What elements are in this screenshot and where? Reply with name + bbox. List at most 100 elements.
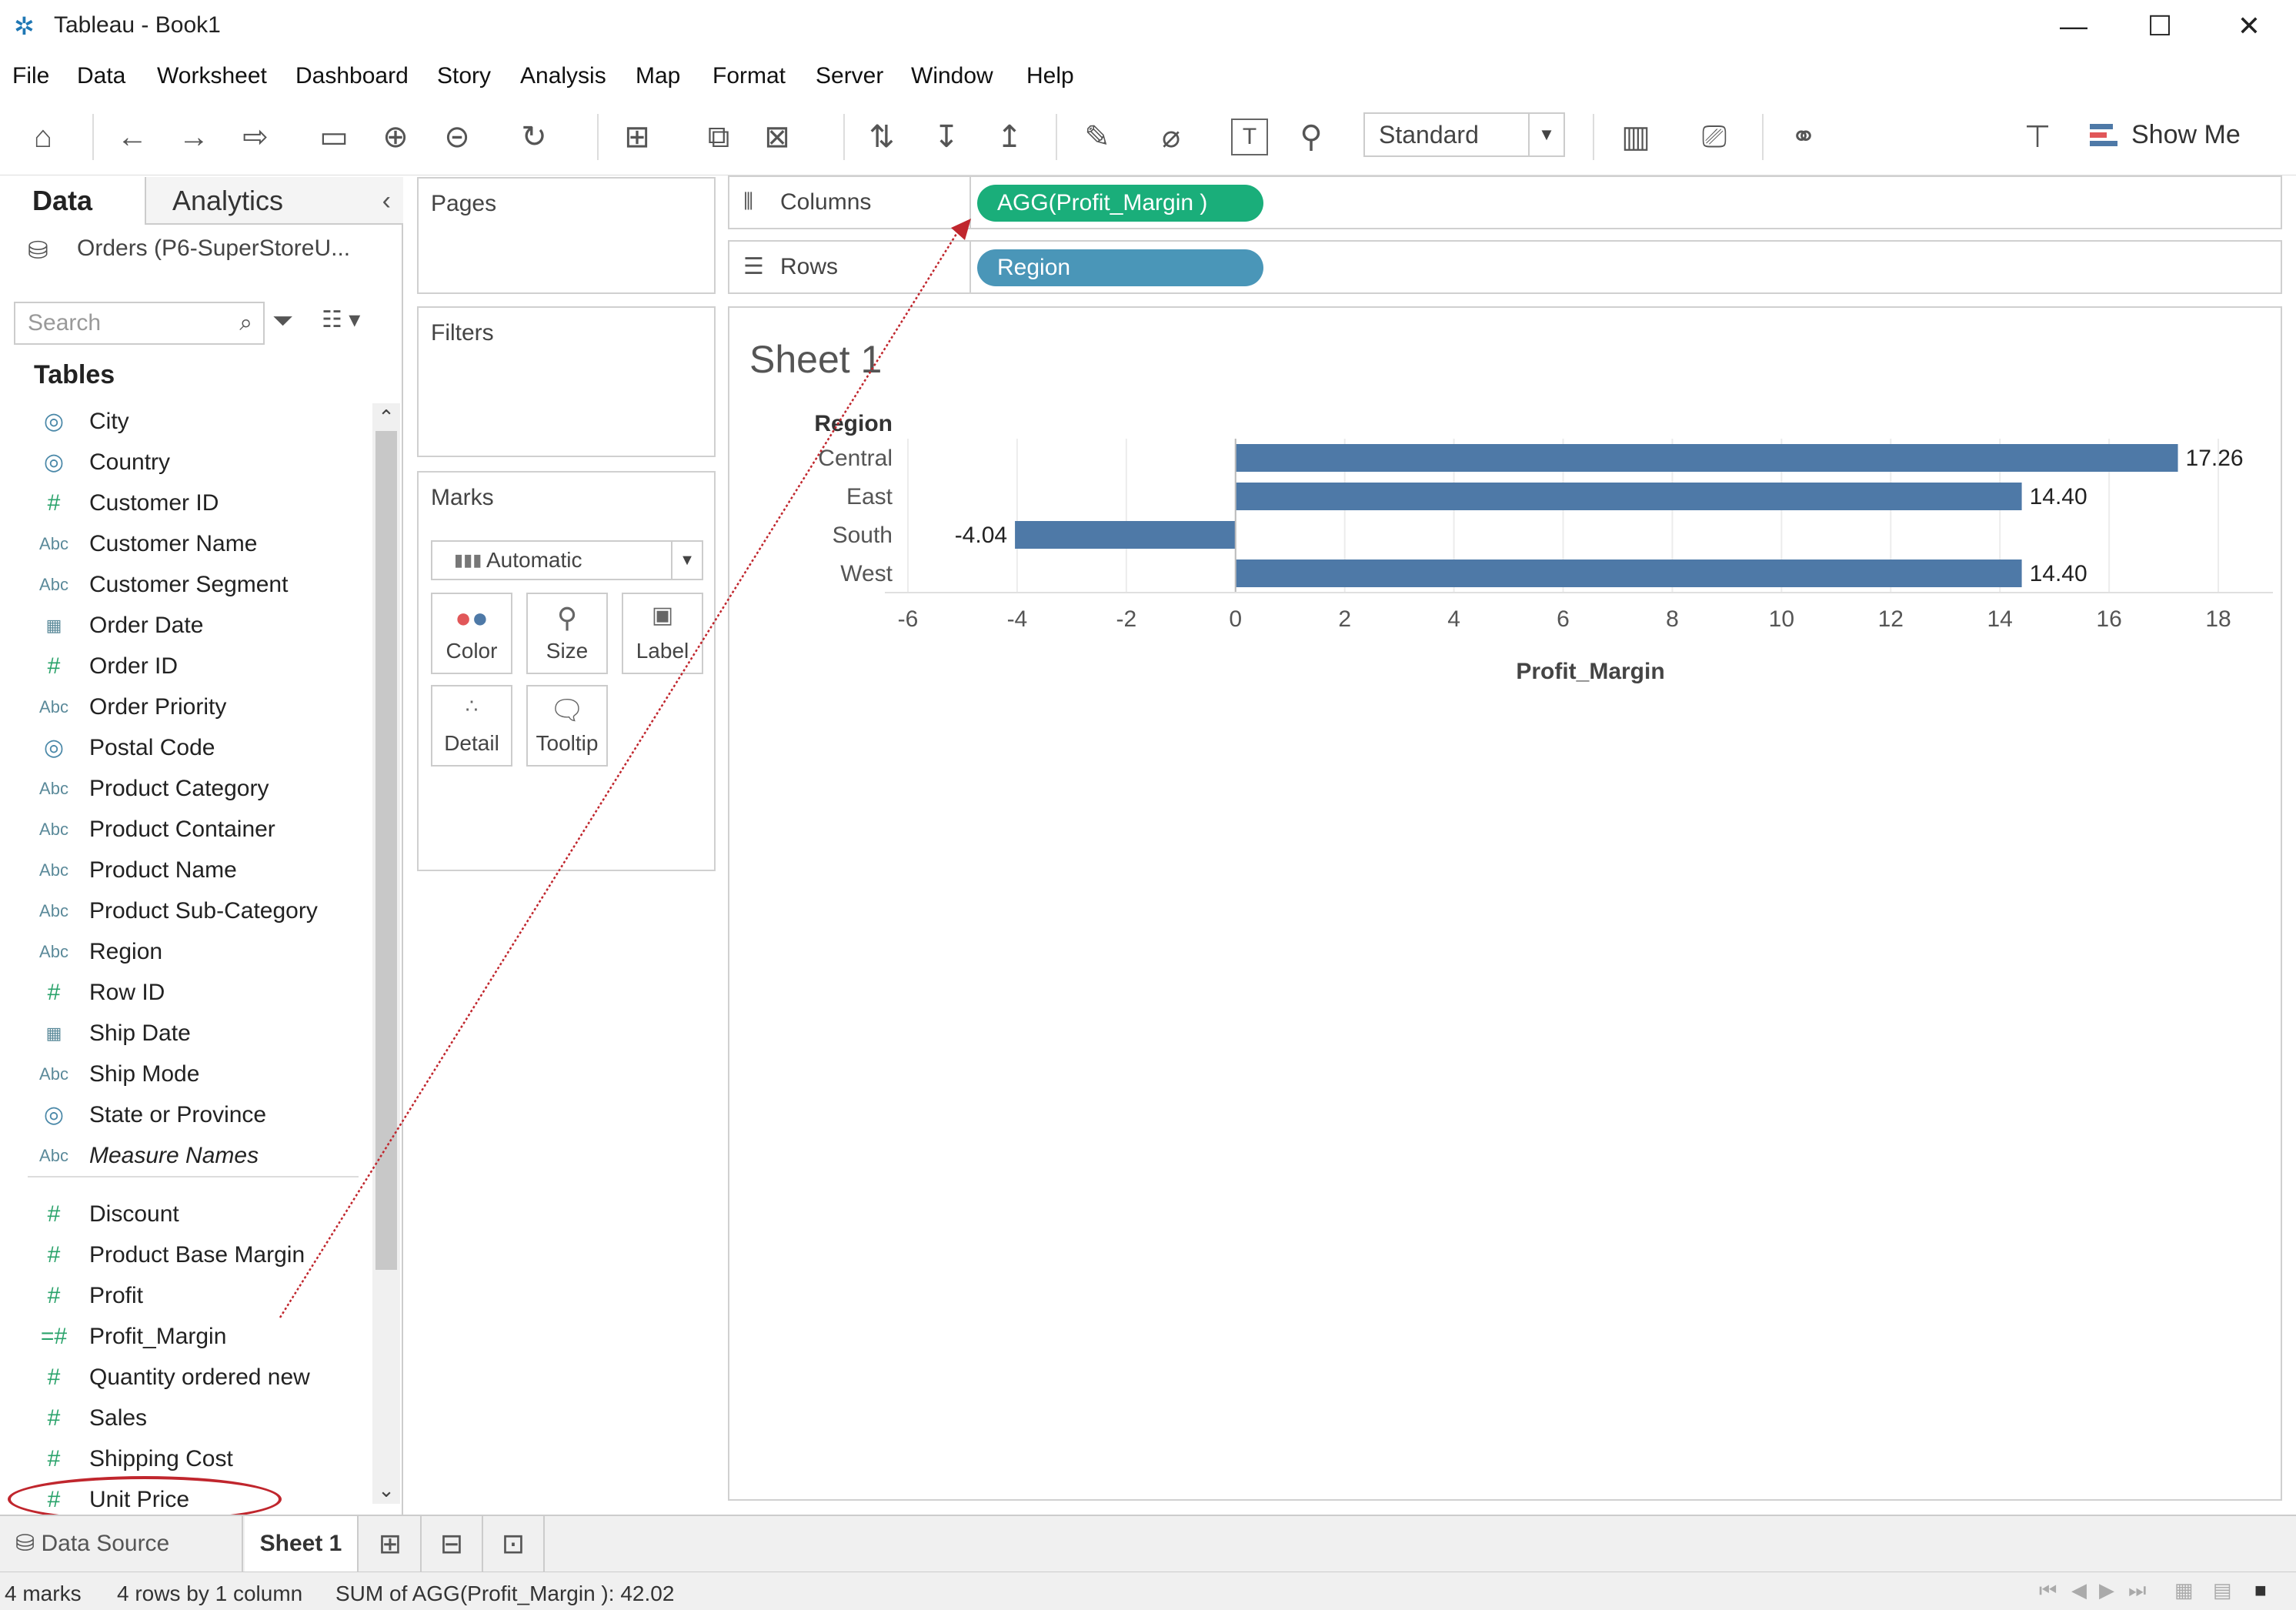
new-worksheet-icon[interactable]: ⊞ [616,115,659,159]
field-product-sub-category[interactable]: Abc Product Sub-Category [0,891,369,931]
rows-pill[interactable]: Region [977,249,1263,286]
menu-data[interactable]: Data [77,63,125,89]
status-dims: 4 rows by 1 column [117,1582,303,1605]
tab-data[interactable]: Data [0,177,146,225]
share-icon[interactable]: ⚭ [1782,115,1825,159]
tooltip-button[interactable]: 🗨 Tooltip [526,685,608,767]
collapse-pane-icon[interactable]: ‹ [382,177,391,225]
tabs-view-icon[interactable]: ■ [2254,1578,2267,1602]
field-postal-code[interactable]: ◎ Postal Code [0,728,369,768]
menu-worksheet[interactable]: Worksheet [157,63,267,89]
tab-data-source[interactable]: ⛁ Data Source [0,1516,243,1572]
scroll-down-icon[interactable]: ⌄ [372,1476,400,1504]
field-ship-mode[interactable]: Abc Ship Mode [0,1054,369,1094]
field-customer-id[interactable]: # Customer ID [0,483,369,523]
menu-help[interactable]: Help [1026,63,1074,89]
menu-dashboard[interactable]: Dashboard [295,63,409,89]
filmstrip-view-icon[interactable]: ▦ [2174,1578,2194,1602]
label-button[interactable]: ▣ Label [622,593,703,674]
fix-axes-icon[interactable]: ⚲ [1290,115,1333,159]
undo-icon[interactable]: ← [111,115,154,159]
field-sales[interactable]: # Sales [0,1398,369,1438]
view-options-icon[interactable]: ☷ ▾ [322,306,360,333]
field-city[interactable]: ◎ City [0,402,369,442]
home-icon[interactable]: ⌂ [22,115,65,159]
menu-analysis[interactable]: Analysis [520,63,606,89]
tab-analytics[interactable]: Analytics ‹ [146,177,403,225]
field-measure-names[interactable]: Abc Measure Names [0,1136,369,1176]
field-state-or-province[interactable]: ◎ State or Province [0,1095,369,1135]
clear-sheet-icon[interactable]: ⊠ [756,115,799,159]
field-row-id[interactable]: # Row ID [0,973,369,1013]
show-me-button[interactable]: Show Me [2090,115,2241,154]
pages-card[interactable]: Pages [417,177,716,294]
size-button[interactable]: ⚲ Size [526,593,608,674]
redo-icon[interactable]: → [172,115,215,159]
field-shipping-cost[interactable]: # Shipping Cost [0,1439,369,1479]
menu-file[interactable]: File [12,63,49,89]
field-ship-date[interactable]: ▦ Ship Date [0,1014,369,1054]
field-profit[interactable]: # Profit [0,1276,369,1316]
new-dashboard-tab-icon[interactable]: ⊟ [422,1516,483,1572]
duplicate-sheet-icon[interactable]: ⧉ [697,115,740,159]
columns-shelf[interactable]: ⦀ Columns AGG(Profit_Margin ) [728,175,2282,229]
menu-format[interactable]: Format [712,63,786,89]
save-icon[interactable]: ▭ [312,115,355,159]
menu-story[interactable]: Story [437,63,491,89]
menu-window[interactable]: Window [911,63,993,89]
first-sheet-icon[interactable]: ⏮ [2039,1578,2057,1603]
scroll-up-icon[interactable]: ⌃ [372,403,400,431]
close-button[interactable]: ✕ [2207,3,2291,49]
sorter-view-icon[interactable]: ▤ [2213,1578,2232,1602]
show-mark-labels-icon[interactable]: T [1231,119,1268,155]
field-product-base-margin[interactable]: # Product Base Margin [0,1235,369,1275]
new-story-tab-icon[interactable]: ⊡ [483,1516,545,1572]
field-order-id[interactable]: # Order ID [0,646,369,686]
new-worksheet-tab-icon[interactable]: ⊞ [360,1516,422,1572]
highlight-icon[interactable]: ✎ [1076,115,1119,159]
datasource-item[interactable]: ⛁ Orders (P6-SuperStoreU... [28,235,350,264]
menu-server[interactable]: Server [816,63,883,89]
show-cards-icon[interactable]: ▥ [1614,115,1657,159]
next-sheet-icon[interactable]: ▶ [2099,1578,2114,1602]
field-list-scrollbar[interactable]: ⌃ ⌄ [372,403,400,1504]
fit-select[interactable]: Standard ▼ [1363,112,1565,157]
prev-sheet-icon[interactable]: ◀ [2071,1578,2087,1602]
tooltip-icon[interactable]: ⊤ [2016,115,2059,159]
refresh-icon[interactable]: ↻ [512,115,556,159]
field-region[interactable]: Abc Region [0,932,369,972]
search-input[interactable]: Search ⌕ [14,302,265,345]
scrollbar-thumb[interactable] [375,431,397,1270]
sort-descending-icon[interactable]: ↥ [988,115,1031,159]
tab-sheet-1[interactable]: Sheet 1 [245,1516,359,1572]
minimize-button[interactable]: — [2031,3,2116,49]
filter-icon[interactable]: ⏷ [272,306,293,336]
field-order-date[interactable]: ▦ Order Date [0,606,369,646]
menu-map[interactable]: Map [636,63,680,89]
field-profit-margin[interactable]: =# Profit_Margin [0,1317,369,1357]
maximize-button[interactable]: ☐ [2117,3,2202,49]
field-country[interactable]: ◎ Country [0,443,369,483]
sort-ascending-icon[interactable]: ↧ [925,115,968,159]
field-product-category[interactable]: Abc Product Category [0,769,369,809]
pause-updates-icon[interactable]: ⊝ [436,115,479,159]
presentation-mode-icon[interactable]: ⎚ [1693,115,1736,159]
field-product-name[interactable]: Abc Product Name [0,850,369,890]
field-customer-name[interactable]: Abc Customer Name [0,524,369,564]
detail-button[interactable]: ∴ Detail [431,685,512,767]
rows-shelf[interactable]: ☰ Rows Region [728,240,2282,294]
columns-pill[interactable]: AGG(Profit_Margin ) [977,185,1263,222]
swap-rows-columns-icon[interactable]: ⇅ [860,115,903,159]
group-members-icon[interactable]: ⌀ [1150,115,1193,159]
field-discount[interactable]: # Discount [0,1194,369,1234]
replay-icon[interactable]: ⇨ [234,115,277,159]
last-sheet-icon[interactable]: ⏭ [2128,1578,2146,1603]
new-datasource-icon[interactable]: ⊕ [374,115,417,159]
color-button[interactable]: ●● Color [431,593,512,674]
field-order-priority[interactable]: Abc Order Priority [0,687,369,727]
field-quantity-ordered-new[interactable]: # Quantity ordered new [0,1358,369,1398]
mark-type-select[interactable]: ▮▮▮ Automatic ▼ [431,540,703,580]
field-product-container[interactable]: Abc Product Container [0,810,369,850]
field-customer-segment[interactable]: Abc Customer Segment [0,565,369,605]
filters-card[interactable]: Filters [417,306,716,457]
